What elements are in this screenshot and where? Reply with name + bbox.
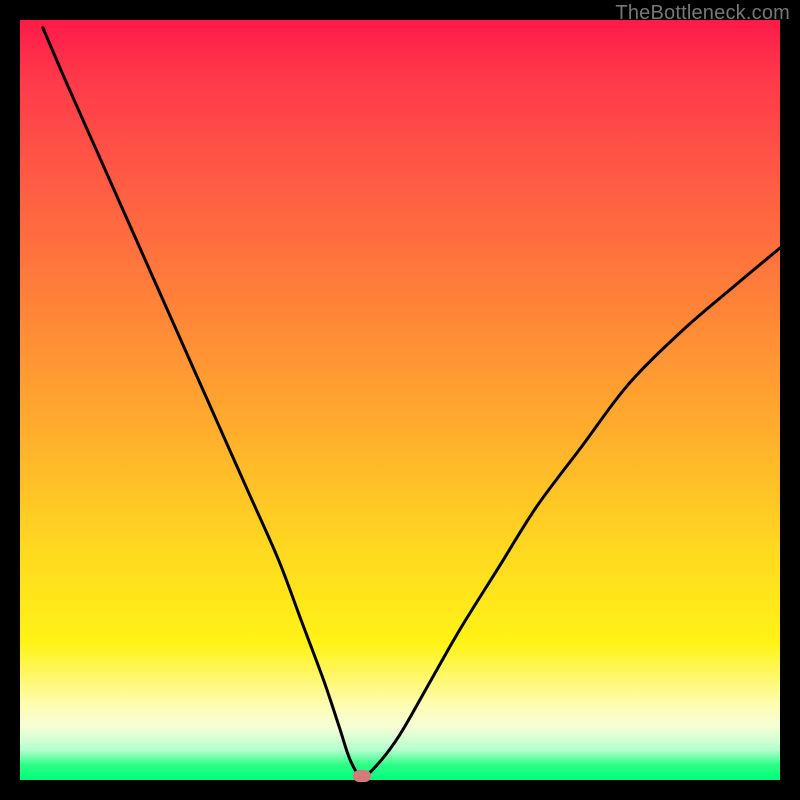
plot-area — [20, 20, 780, 780]
watermark-text: TheBottleneck.com — [615, 2, 790, 25]
chart-frame: TheBottleneck.com — [0, 0, 800, 800]
optimal-marker — [353, 770, 371, 782]
